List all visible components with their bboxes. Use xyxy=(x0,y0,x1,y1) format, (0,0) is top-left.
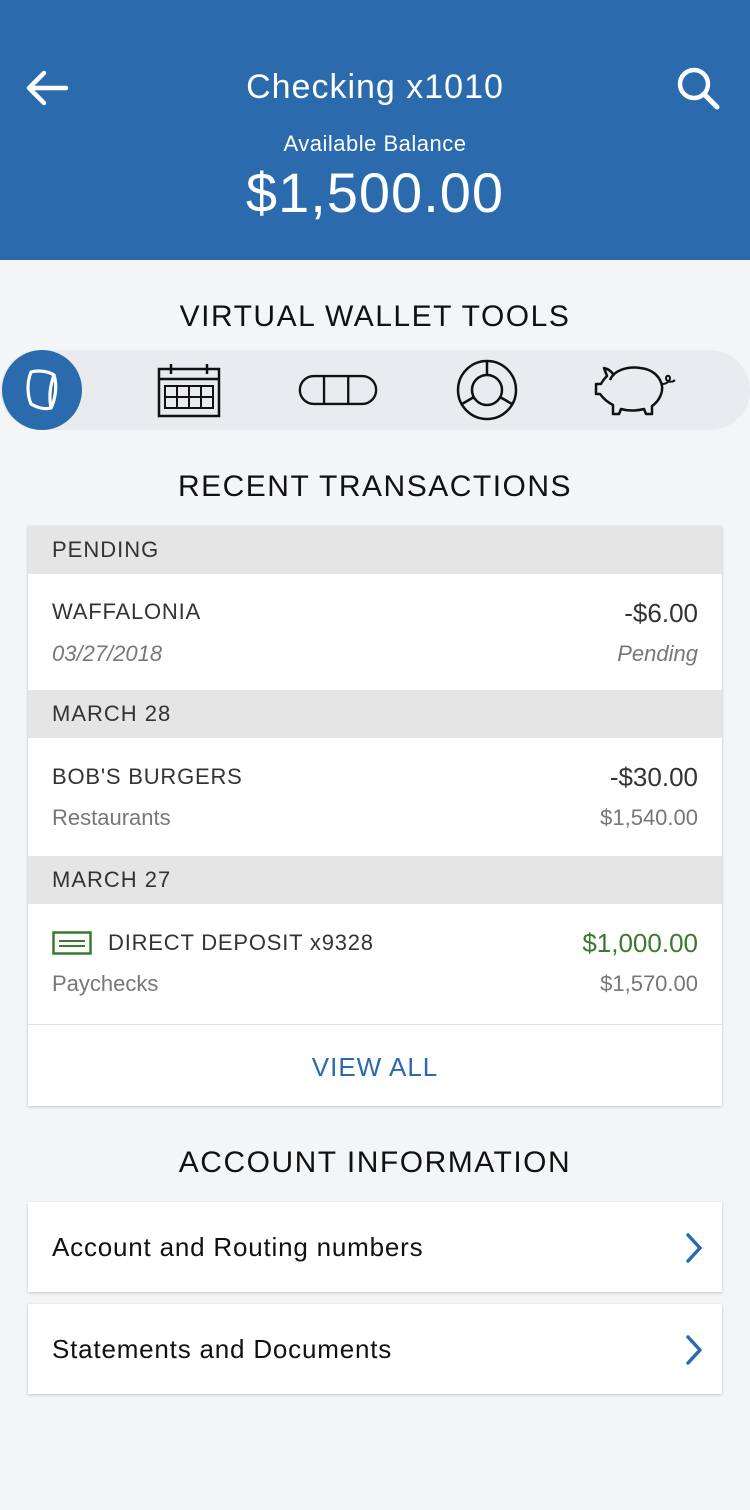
group-heading: PENDING xyxy=(28,526,722,574)
transaction-category: Restaurants xyxy=(52,805,171,830)
transaction-row[interactable]: WAFFALONIA 03/27/2018 -$6.00 Pending xyxy=(28,574,722,690)
transaction-date: 03/27/2018 xyxy=(52,641,163,666)
transaction-amount: $1,000.00 xyxy=(582,928,698,958)
transaction-balance: $1,540.00 xyxy=(600,805,698,830)
transaction-row[interactable]: DIRECT DEPOSIT x9328 Paychecks $1,000.00… xyxy=(28,904,722,1024)
transactions-card: PENDING WAFFALONIA 03/27/2018 -$6.00 Pen… xyxy=(28,526,722,1106)
account-info-section-title: ACCOUNT INFORMATION xyxy=(178,1146,572,1179)
pie-chart-icon xyxy=(456,359,518,421)
group-heading: MARCH 28 xyxy=(28,690,722,738)
wallet-icon xyxy=(26,369,58,411)
calendar-icon xyxy=(157,364,221,418)
transaction-status: Pending xyxy=(617,641,698,666)
account-routing-label: Account and Routing numbers xyxy=(52,1232,424,1262)
available-balance-amount: $1,500.00 xyxy=(245,161,505,224)
tool-wallet[interactable] xyxy=(2,350,82,430)
tools-section-title: VIRTUAL WALLET TOOLS xyxy=(179,300,571,333)
tool-calendar[interactable] xyxy=(149,350,229,430)
transaction-amount: -$6.00 xyxy=(624,598,698,628)
chevron-right-icon xyxy=(686,1335,702,1365)
money-bar-icon xyxy=(298,374,378,406)
transaction-name: WAFFALONIA xyxy=(52,599,201,624)
transaction-balance: $1,570.00 xyxy=(600,971,698,996)
transaction-row[interactable]: BOB'S BURGERS Restaurants -$30.00 $1,540… xyxy=(28,738,722,856)
available-balance-label: Available Balance xyxy=(283,131,467,156)
account-routing-row[interactable]: Account and Routing numbers xyxy=(28,1202,722,1292)
tool-spending-chart[interactable] xyxy=(447,350,527,430)
check-icon xyxy=(52,931,92,955)
transaction-category: Paychecks xyxy=(52,971,159,996)
transactions-section-title: RECENT TRANSACTIONS xyxy=(177,470,573,503)
view-all-button[interactable]: VIEW ALL xyxy=(28,1024,722,1109)
statements-documents-label: Statements and Documents xyxy=(52,1334,393,1364)
tool-savings[interactable] xyxy=(588,350,684,430)
chevron-right-icon xyxy=(686,1233,702,1263)
transaction-name: BOB'S BURGERS xyxy=(52,764,243,789)
tool-money-bar[interactable] xyxy=(298,350,378,430)
search-icon xyxy=(677,67,720,110)
tools-bar xyxy=(0,350,750,430)
statements-documents-row[interactable]: Statements and Documents xyxy=(28,1304,722,1394)
piggy-bank-icon xyxy=(594,366,676,416)
account-header: Checking x1010 Available Balance $1,500.… xyxy=(0,0,750,260)
account-title: Checking x1010 xyxy=(246,68,504,106)
transaction-name: DIRECT DEPOSIT x9328 xyxy=(108,930,374,955)
group-heading: MARCH 27 xyxy=(28,856,722,904)
search-button[interactable] xyxy=(672,62,724,114)
transaction-amount: -$30.00 xyxy=(609,762,698,792)
